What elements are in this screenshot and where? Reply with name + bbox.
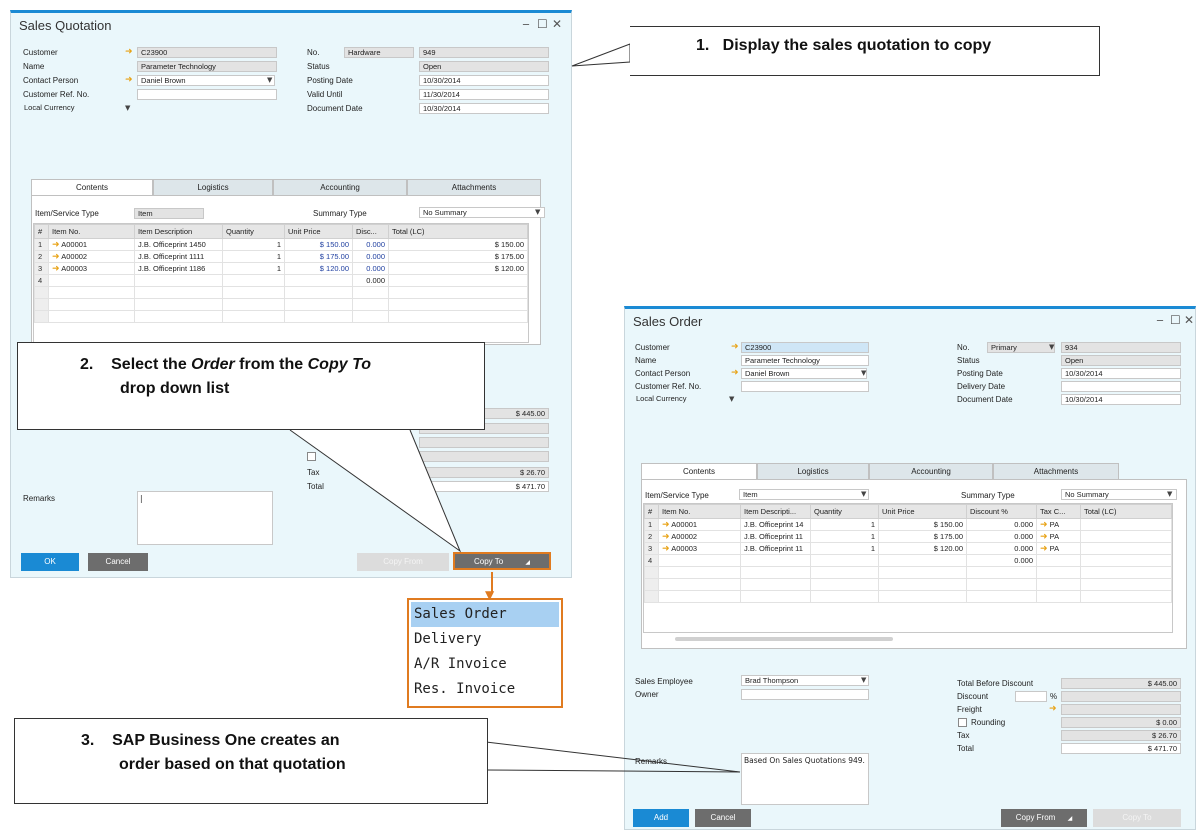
callout-step-2-emphasis-copy-to: Copy To	[307, 356, 372, 373]
callout-3-pointer	[485, 741, 741, 773]
callout-1-pointer	[571, 43, 631, 67]
callout-step-3: 3. SAP Business One creates an order bas…	[14, 718, 488, 804]
callout-step-1: 1. Display the sales quotation to copy	[630, 26, 1100, 76]
callout-step-2: 2. Select the Order from the Copy To dro…	[17, 342, 485, 430]
callout-step-3-number: 3.	[81, 732, 95, 749]
callout-step-3-text-b: order based on that quotation	[119, 756, 346, 773]
callout-step-2-emphasis-order: Order	[191, 356, 235, 373]
callout-step-3-text-a: SAP Business One creates an	[112, 732, 340, 749]
callout-step-2-text-c: from the	[234, 356, 308, 373]
callout-step-2-text-a: Select the	[111, 356, 192, 373]
callout-step-3-text: 3. SAP Business One creates an order bas…	[81, 729, 346, 777]
callout-step-2-text-e: drop down list	[120, 380, 230, 397]
callout-step-2-number: 2.	[80, 356, 94, 373]
callout-step-2-text: 2. Select the Order from the Copy To dro…	[80, 353, 371, 401]
callout-2-pointer	[289, 429, 462, 553]
callout-step-1-text: 1. Display the sales quotation to copy	[696, 37, 992, 54]
